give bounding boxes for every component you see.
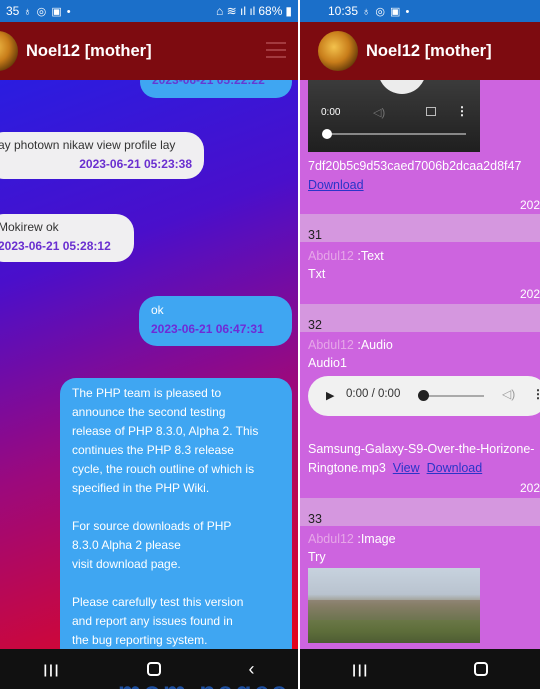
recent-apps-button[interactable]: ||| bbox=[44, 662, 61, 677]
battery-level: 68% bbox=[258, 4, 283, 18]
item-sender-line: Abdul12 :Text bbox=[308, 249, 384, 263]
message-timestamp: 2023-06-21 05:23:38 bbox=[79, 157, 192, 171]
signal-icon: ⌂ ≋ ıl ıl bbox=[216, 4, 256, 18]
system-nav-bar: ||| bbox=[300, 649, 540, 689]
message-text: Mokirew ok bbox=[0, 220, 59, 234]
audio-filename-end: Ringtone.mp3 bbox=[308, 461, 386, 475]
message-timestamp: 2023-06-21 06:47:31 bbox=[151, 322, 264, 336]
item-number: 33 bbox=[308, 512, 322, 526]
video-progress-track[interactable] bbox=[324, 133, 466, 135]
avatar[interactable] bbox=[318, 31, 358, 71]
fullscreen-icon[interactable] bbox=[426, 107, 436, 116]
recent-apps-button[interactable]: ||| bbox=[352, 662, 369, 677]
item-number-bar: 32 bbox=[300, 304, 540, 332]
battery-icon: ▮ bbox=[285, 4, 292, 18]
message-bubble-outgoing[interactable]: The PHP team is pleased to announce the … bbox=[60, 378, 292, 649]
video-player[interactable]: 0:00 ◁) ⋮ bbox=[308, 80, 480, 152]
status-bar: 35 ♁ ◎ ▣ • ⌂ ≋ ıl ıl 68% ▮ bbox=[0, 0, 298, 22]
status-notification-icons: ♁ ◎ ▣ • bbox=[23, 5, 72, 18]
item-number-bar: 33 bbox=[300, 498, 540, 526]
item-kind: :Audio bbox=[357, 338, 393, 352]
item-content: Audio1 bbox=[308, 356, 347, 370]
item-content: Txt bbox=[308, 267, 326, 281]
item-date: 202 bbox=[519, 481, 540, 495]
chat-header: Noel12 [mother] bbox=[300, 22, 540, 80]
item-sender-line: Abdul12 :Audio bbox=[308, 338, 393, 352]
chat-header: Noel12 [mother] bbox=[0, 22, 298, 80]
audio-progress-track[interactable] bbox=[426, 395, 484, 397]
video-time: 0:00 bbox=[321, 107, 341, 118]
message-bubble-outgoing[interactable]: ok 2023-06-21 06:47:31 bbox=[139, 296, 292, 346]
item-sender: Abdul12 bbox=[308, 249, 354, 263]
view-link[interactable]: View bbox=[393, 461, 420, 475]
message-bubble-incoming[interactable]: Mokirew ok 2023-06-21 05:28:12 bbox=[0, 214, 134, 262]
item-number: 32 bbox=[308, 318, 322, 332]
chat-title: Noel12 [mother] bbox=[366, 41, 492, 60]
item-date: 202 bbox=[519, 198, 540, 212]
item-number: 31 bbox=[308, 228, 322, 242]
item-sender-line: Abdul12 :Image bbox=[308, 532, 396, 546]
volume-icon[interactable]: ◁) bbox=[502, 387, 515, 401]
item-kind: :Text bbox=[357, 249, 384, 263]
item-sender: Abdul12 bbox=[308, 338, 354, 352]
status-time: 35 bbox=[6, 4, 20, 18]
message-timestamp: 2023-06-21 05:28:12 bbox=[0, 239, 111, 253]
download-link[interactable]: Download bbox=[308, 178, 364, 192]
home-button[interactable] bbox=[147, 662, 162, 676]
item-number-bar: 31 bbox=[300, 214, 540, 242]
message-timestamp: 2023-06-21 05:22:22 bbox=[152, 80, 265, 87]
play-icon[interactable]: ▶ bbox=[326, 389, 334, 402]
item-content: Try bbox=[308, 550, 326, 564]
message-bubble-incoming[interactable]: ay photown nikaw view profile lay 2023-0… bbox=[0, 132, 204, 179]
play-icon[interactable] bbox=[378, 80, 426, 94]
message-text: The PHP team is pleased to announce the … bbox=[72, 386, 259, 647]
message-text: ay photown nikaw view profile lay bbox=[0, 138, 176, 152]
audio-time: 0:00 / 0:00 bbox=[346, 388, 401, 400]
audio-filename: Samsung-Galaxy-S9-Over-the-Horizone- bbox=[308, 442, 535, 456]
volume-icon[interactable]: ◁) bbox=[373, 106, 385, 119]
right-screen: 10:35 ♁ ◎ ▣ • Noel12 [mother] 0:00 ◁) ⋮ … bbox=[300, 0, 540, 689]
file-hash: 7df20b5c9d53caed7006b2dcaa2d8f47 bbox=[308, 159, 522, 173]
status-time: 10:35 bbox=[328, 4, 359, 18]
more-options-icon[interactable]: ⋮ bbox=[532, 387, 540, 401]
download-link[interactable]: Download bbox=[427, 461, 483, 475]
chat-messages[interactable]: 2023-06-21 05:22:22 ay photown nikaw vie… bbox=[0, 80, 298, 649]
audio-progress-knob[interactable] bbox=[418, 390, 429, 401]
status-notification-icons: ♁ ◎ ▣ • bbox=[362, 5, 411, 18]
audio-player[interactable]: ▶ 0:00 / 0:00 ◁) ⋮ bbox=[308, 376, 540, 416]
message-text: ok bbox=[151, 303, 164, 317]
chat-title: Noel12 [mother] bbox=[26, 41, 152, 60]
message-bubble-outgoing[interactable]: 2023-06-21 05:22:22 bbox=[140, 80, 292, 98]
avatar[interactable] bbox=[0, 31, 18, 71]
home-button[interactable] bbox=[473, 662, 488, 676]
more-options-icon[interactable]: ⋮ bbox=[456, 104, 468, 118]
image-thumbnail[interactable] bbox=[308, 568, 480, 643]
audio-filename-line2: Ringtone.mp3 View Download bbox=[308, 461, 482, 475]
video-progress-knob[interactable] bbox=[322, 129, 332, 139]
left-screen: 35 ♁ ◎ ▣ • ⌂ ≋ ıl ıl 68% ▮ Noel12 [mothe… bbox=[0, 0, 298, 689]
watermark: mom.pages bbox=[118, 676, 290, 689]
menu-icon[interactable] bbox=[266, 42, 286, 58]
media-list[interactable]: 0:00 ◁) ⋮ 7df20b5c9d53caed7006b2dcaa2d8f… bbox=[300, 80, 540, 649]
item-date: 202 bbox=[519, 287, 540, 301]
item-sender: Abdul12 bbox=[308, 532, 354, 546]
item-kind: :Image bbox=[357, 532, 396, 546]
status-bar: 10:35 ♁ ◎ ▣ • bbox=[300, 0, 540, 22]
